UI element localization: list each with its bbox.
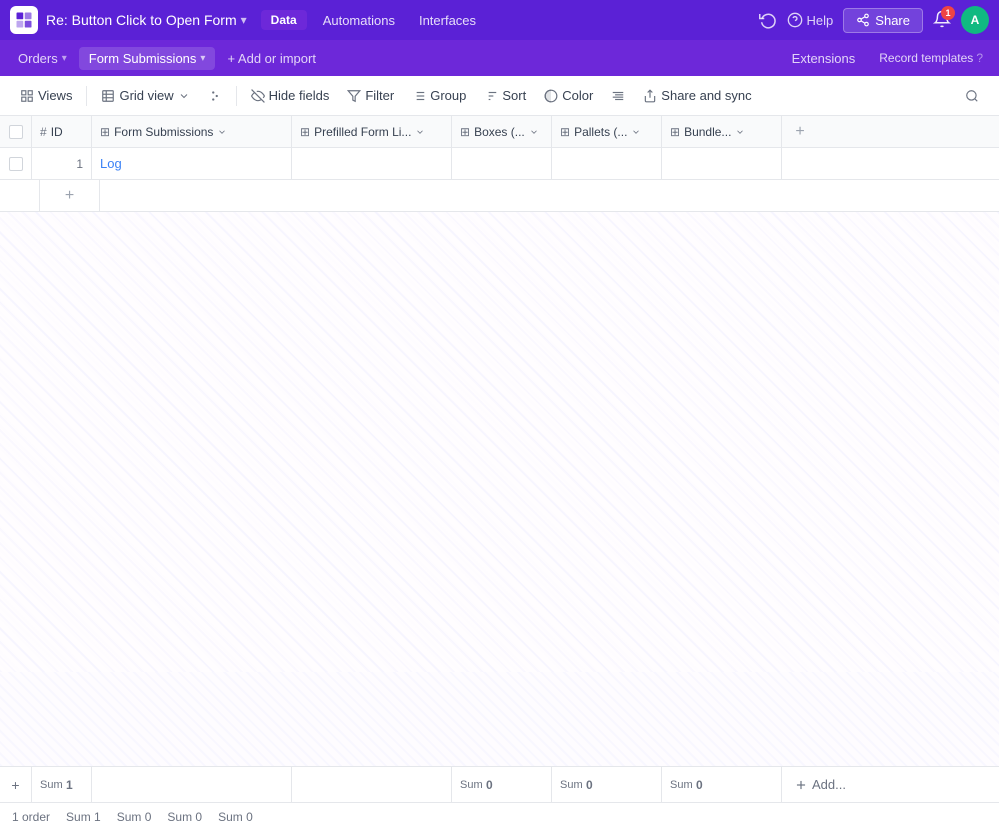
group-button[interactable]: Group — [404, 84, 474, 107]
divider-2 — [236, 86, 237, 106]
pallets-col-icon: ⊞ — [560, 125, 570, 139]
help-button[interactable]: Help — [787, 12, 834, 28]
col-chevron-icon — [217, 127, 227, 137]
search-button[interactable] — [957, 85, 987, 107]
col-header-bundle[interactable]: ⊞ Bundle... — [662, 116, 782, 147]
help-label: Help — [807, 13, 834, 28]
table-row[interactable]: 1 Log — [0, 148, 999, 180]
add-field-icon — [794, 778, 808, 792]
cell-pallets[interactable] — [552, 148, 662, 179]
empty-grid-area — [0, 212, 999, 672]
sum-0b-label: Sum 0 — [167, 810, 202, 824]
prefilled-col-icon: ⊞ — [300, 125, 310, 139]
sum-0c-label: Sum 0 — [218, 810, 253, 824]
search-icon — [965, 89, 979, 103]
record-templates-button[interactable]: Record templates ? — [871, 47, 991, 69]
grid-body: 1 Log + — [0, 148, 999, 766]
col-header-id[interactable]: # ID — [32, 116, 92, 147]
share-button[interactable]: Share — [843, 8, 923, 33]
customize-fields-button[interactable] — [200, 85, 230, 107]
filter-button[interactable]: Filter — [339, 84, 402, 107]
notification-button[interactable]: 1 — [933, 10, 951, 31]
col-chevron-bundle-icon — [735, 127, 745, 137]
col-header-form-submissions[interactable]: ⊞ Form Submissions — [92, 116, 292, 147]
boxes-col-icon: ⊞ — [460, 125, 470, 139]
bundle-col-icon: ⊞ — [670, 125, 680, 139]
grid-view-button[interactable]: Grid view — [93, 84, 197, 107]
col-chevron-boxes-icon — [529, 127, 539, 137]
order-count: 1 order — [12, 810, 50, 824]
cell-form-submissions[interactable]: Log — [92, 148, 292, 179]
extensions-button[interactable]: Extensions — [784, 47, 864, 70]
grid-header: # ID ⊞ Form Submissions ⊞ Prefilled Form… — [0, 116, 999, 148]
cell-bundle[interactable] — [662, 148, 782, 179]
row-height-button[interactable] — [603, 85, 633, 107]
top-nav-right: Help Share 1 A — [759, 6, 989, 34]
add-row-plus[interactable]: + — [40, 180, 100, 212]
top-nav: Re: Button Click to Open Form ▾ Data Aut… — [0, 0, 999, 40]
footer-form-sub — [92, 767, 292, 802]
cell-boxes[interactable] — [452, 148, 552, 179]
page-title: Re: Button Click to Open Form ▾ — [46, 12, 247, 28]
views-button[interactable]: Views — [12, 84, 80, 107]
col-chevron-pallets-icon — [631, 127, 641, 137]
add-or-import-button[interactable]: + Add or import — [217, 47, 326, 70]
status-bar: 1 order Sum 1 Sum 0 Sum 0 Sum 0 — [0, 802, 999, 830]
hide-fields-button[interactable]: Hide fields — [243, 84, 338, 107]
footer-id-sum: Sum 1 — [32, 767, 92, 802]
form-submissions-tab-chevron-icon: ▾ — [200, 53, 205, 64]
sum-0a-label: Sum 0 — [117, 810, 152, 824]
sort-button[interactable]: Sort — [476, 84, 534, 107]
orders-tab-chevron-icon: ▾ — [62, 53, 67, 64]
color-button[interactable]: Color — [536, 84, 601, 107]
col-header-pallets[interactable]: ⊞ Pallets (... — [552, 116, 662, 147]
data-grid: # ID ⊞ Form Submissions ⊞ Prefilled Form… — [0, 116, 999, 802]
footer-prefilled — [292, 767, 452, 802]
tab-data[interactable]: Data — [261, 10, 307, 30]
grid-view-chevron-icon — [178, 90, 190, 102]
app-logo[interactable] — [10, 6, 38, 34]
footer-pallets: Sum 0 — [552, 767, 662, 802]
second-nav: Orders ▾ Form Submissions ▾ + Add or imp… — [0, 40, 999, 76]
id-col-icon: # — [40, 125, 47, 139]
col-header-boxes[interactable]: ⊞ Boxes (... — [452, 116, 552, 147]
footer-add-button[interactable]: + — [0, 767, 32, 802]
tab-form-submissions[interactable]: Form Submissions ▾ — [79, 47, 216, 70]
sum-1-label: Sum 1 — [66, 810, 101, 824]
tab-interfaces[interactable]: Interfaces — [411, 9, 484, 32]
history-button[interactable] — [759, 11, 777, 29]
grid-footer: + Sum 1 Sum 0 Sum 0 Sum 0 Add... — [0, 766, 999, 802]
title-chevron-icon[interactable]: ▾ — [241, 13, 247, 27]
notification-badge: 1 — [941, 6, 955, 20]
tab-automations[interactable]: Automations — [315, 9, 403, 32]
add-field-button[interactable]: + — [782, 116, 818, 147]
add-row: + — [0, 180, 999, 212]
avatar[interactable]: A — [961, 6, 989, 34]
col-header-prefilled[interactable]: ⊞ Prefilled Form Li... — [292, 116, 452, 147]
tab-orders[interactable]: Orders ▾ — [8, 47, 77, 70]
header-checkbox[interactable] — [0, 116, 32, 147]
form-sub-col-icon: ⊞ — [100, 125, 110, 139]
add-field-footer-button[interactable]: Add... — [782, 777, 858, 792]
toolbar: Views Grid view Hide fields Filter Group… — [0, 76, 999, 116]
row-number: 1 — [32, 148, 92, 179]
cell-prefilled[interactable] — [292, 148, 452, 179]
footer-bundle: Sum 0 — [662, 767, 782, 802]
col-chevron-prefilled-icon — [415, 127, 425, 137]
footer-boxes: Sum 0 — [452, 767, 552, 802]
divider-1 — [86, 86, 87, 106]
share-and-sync-button[interactable]: Share and sync — [635, 84, 759, 107]
second-nav-right: Extensions Record templates ? — [784, 47, 991, 70]
